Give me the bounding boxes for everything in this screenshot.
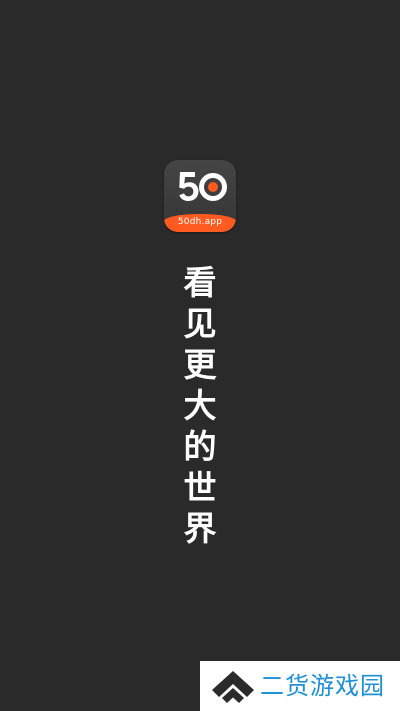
domain-label: 50dh.app [177, 217, 223, 227]
app-logo-icon: 50dh.app [164, 160, 236, 232]
chevron-up-logo-icon [212, 671, 254, 703]
watermark: 二货游戏园 [200, 661, 400, 711]
logo-50-mark [179, 172, 227, 201]
splash-screen: 50dh.app 看见更大的世界 二货游戏园 [0, 0, 400, 711]
watermark-text: 二货游戏园 [260, 672, 385, 700]
slogan-text: 看见更大的世界 [183, 263, 217, 548]
